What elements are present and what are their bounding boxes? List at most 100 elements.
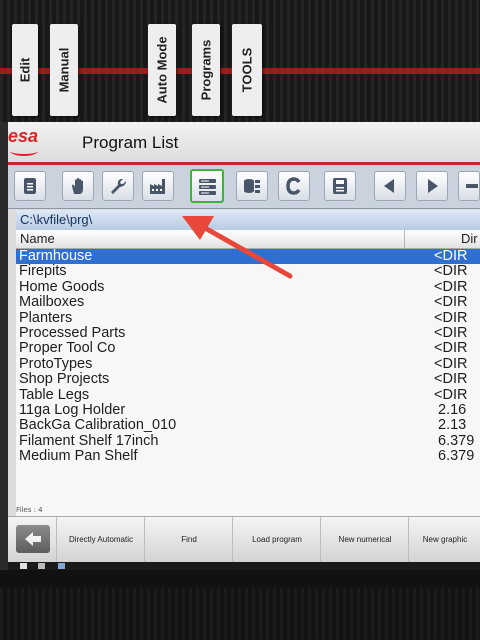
title-bar: esa Program List <box>8 122 480 165</box>
wrench-icon <box>111 179 126 194</box>
panel-tab-label: Programs <box>198 39 214 101</box>
os-taskbar <box>8 562 480 570</box>
softkey-load-program[interactable]: Load program <box>232 517 321 563</box>
manual-button[interactable] <box>62 171 94 201</box>
file-name: 11ga Log Holder <box>19 401 126 418</box>
current-path-field[interactable]: C:\kvfile\prg\ <box>16 210 480 231</box>
program-list-icon <box>199 179 216 195</box>
panel-tab-programs[interactable]: Programs <box>192 24 220 116</box>
file-size: 2.16 <box>438 401 467 418</box>
current-path: C:\kvfile\prg\ <box>20 212 93 227</box>
panel-tab-manual[interactable]: Manual <box>50 24 78 116</box>
file-size: 2.13 <box>438 417 467 434</box>
file-size: <DIR <box>434 278 468 295</box>
softkey-find[interactable]: Find <box>144 517 233 563</box>
file-row[interactable]: Farmhouse <DIR <box>16 248 480 265</box>
machine-bezel-top: Edit Manual Auto Mode Programs TOOLS <box>0 0 480 122</box>
save-button[interactable] <box>324 171 356 201</box>
file-row[interactable]: Planters <DIR <box>16 309 480 326</box>
list-rows: Farmhouse <DIR Firepits <DIR Home Goods <DIR M… <box>16 249 480 464</box>
softkey-bar: Directly Automatic Find Load program New… <box>8 516 480 563</box>
machine-button[interactable] <box>142 171 174 201</box>
panel-tab-tools[interactable]: TOOLS <box>232 24 262 116</box>
file-size: <DIR <box>434 294 468 311</box>
panel-tab-edit[interactable]: Edit <box>12 24 38 116</box>
file-row[interactable]: Mailboxes <DIR <box>16 295 480 310</box>
database-button[interactable] <box>236 171 268 201</box>
file-size: <DIR <box>434 263 468 280</box>
status-text: Files : 4 <box>16 506 43 514</box>
file-size: <DIR <box>434 324 468 341</box>
column-header-dir[interactable]: Dir <box>404 230 478 248</box>
file-size: <DIR <box>434 371 468 388</box>
file-name: Planters <box>19 309 73 326</box>
minus-button[interactable] <box>458 171 480 201</box>
file-size: 6.379 <box>438 432 475 449</box>
next-button[interactable] <box>416 171 448 201</box>
c-icon <box>286 177 301 195</box>
start-icon[interactable] <box>20 563 27 569</box>
file-name: Filament Shelf 17inch <box>19 432 159 449</box>
toolbar <box>8 165 480 209</box>
file-row[interactable]: Medium Pan Shelf 6.379 <box>16 449 480 464</box>
program-list-button[interactable] <box>190 169 224 203</box>
panel-tab-label: TOOLS <box>239 47 255 93</box>
arrow-left-icon <box>384 179 394 193</box>
file-name: Proper Tool Co <box>19 340 116 357</box>
file-name: Medium Pan Shelf <box>19 448 138 465</box>
file-name: Mailboxes <box>19 294 85 311</box>
file-name: Firepits <box>19 263 67 280</box>
softkey-new-graphic[interactable]: New graphic <box>408 517 480 563</box>
file-row[interactable]: Shop Projects <DIR <box>16 372 480 387</box>
file-row[interactable]: 11ga Log Holder 2.16 <box>16 401 480 418</box>
file-name: ProtoTypes <box>19 355 93 372</box>
database-icon <box>244 179 260 193</box>
list-header: Name Dir <box>16 230 480 249</box>
program-list: Name Dir Farmhouse <DIR Firepits <DIR Home G… <box>16 230 480 516</box>
arrow-right-icon <box>428 179 438 193</box>
logo-text: esa <box>8 126 39 146</box>
file-row[interactable]: Proper Tool Co <DIR <box>16 341 480 356</box>
app-icon[interactable] <box>58 563 65 569</box>
softkey-directly-automatic[interactable]: Directly Automatic <box>56 517 145 563</box>
previous-button[interactable] <box>374 171 406 201</box>
machine-bezel-bottom <box>0 570 480 640</box>
back-button[interactable] <box>16 525 50 553</box>
page-title: Program List <box>82 133 179 152</box>
hmi-screen: esa Program List C:\kvfile\prg\ Name Dir… <box>8 122 480 570</box>
window-icon[interactable] <box>38 563 45 569</box>
file-size: <DIR <box>434 248 468 264</box>
document-icon <box>24 178 36 194</box>
file-row[interactable]: Home Goods <DIR <box>16 278 480 295</box>
file-size: <DIR <box>434 309 468 326</box>
file-name: Farmhouse <box>19 248 93 264</box>
file-row[interactable]: ProtoTypes <DIR <box>16 355 480 372</box>
panel-tab-auto-mode[interactable]: Auto Mode <box>148 24 176 116</box>
panel-tab-label: Edit <box>17 57 33 83</box>
softkey-new-numerical[interactable]: New numerical <box>320 517 409 563</box>
file-size: <DIR <box>434 386 468 403</box>
file-row[interactable]: BackGa Calibration_010 2.13 <box>16 418 480 433</box>
file-row[interactable]: Firepits <DIR <box>16 264 480 279</box>
file-size: <DIR <box>434 340 468 357</box>
file-name: Shop Projects <box>19 371 110 388</box>
document-button[interactable] <box>14 171 46 201</box>
bezel-left-edge <box>0 122 8 570</box>
file-row[interactable]: Filament Shelf 17inch 6.379 <box>16 432 480 449</box>
c-button[interactable] <box>278 171 310 201</box>
file-row[interactable]: Table Legs <DIR <box>16 386 480 403</box>
file-row[interactable]: Processed Parts <DIR <box>16 324 480 341</box>
file-size: <DIR <box>434 355 468 372</box>
back-arrow-icon <box>25 532 41 546</box>
file-name: BackGa Calibration_010 <box>19 417 177 434</box>
file-name: Home Goods <box>19 278 105 295</box>
bezel-grille <box>0 588 480 640</box>
file-name: Processed Parts <box>19 324 126 341</box>
panel-tab-label: Auto Mode <box>154 36 170 104</box>
minus-icon <box>466 184 478 188</box>
column-header-name[interactable]: Name <box>20 231 55 246</box>
esa-logo: esa <box>8 126 44 156</box>
factory-icon <box>150 179 165 194</box>
tools-button[interactable] <box>102 171 134 201</box>
file-name: Table Legs <box>19 386 90 403</box>
